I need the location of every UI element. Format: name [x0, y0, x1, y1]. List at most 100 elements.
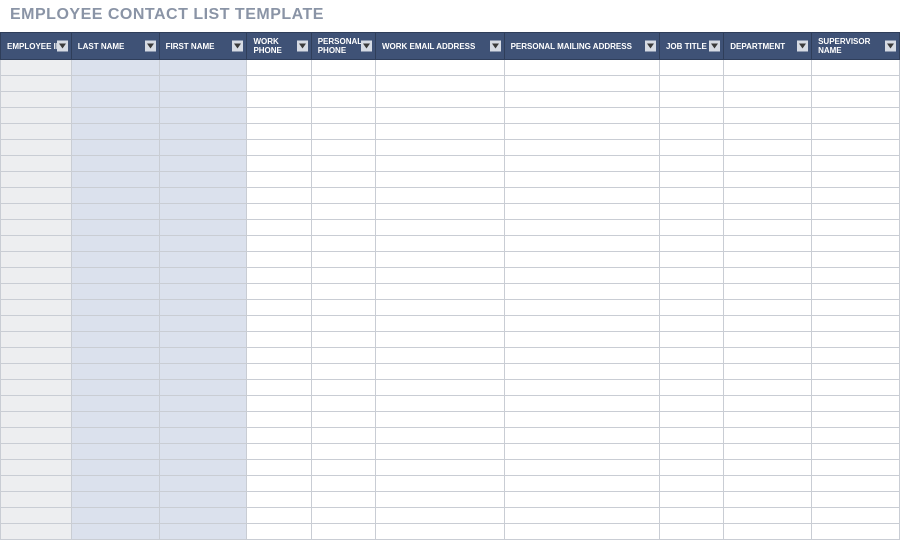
column-header-department[interactable]: DEPARTMENT	[724, 33, 812, 60]
cell-job_title[interactable]	[659, 476, 723, 492]
cell-department[interactable]	[724, 476, 812, 492]
cell-job_title[interactable]	[659, 300, 723, 316]
cell-personal_mailing[interactable]	[504, 364, 659, 380]
cell-supervisor[interactable]	[812, 204, 900, 220]
cell-supervisor[interactable]	[812, 524, 900, 540]
cell-first_name[interactable]	[159, 92, 247, 108]
cell-personal_phone[interactable]	[311, 76, 375, 92]
cell-supervisor[interactable]	[812, 124, 900, 140]
cell-personal_phone[interactable]	[311, 460, 375, 476]
cell-work_phone[interactable]	[247, 236, 311, 252]
cell-department[interactable]	[724, 444, 812, 460]
cell-employee_id[interactable]	[1, 124, 72, 140]
cell-last_name[interactable]	[71, 364, 159, 380]
cell-employee_id[interactable]	[1, 76, 72, 92]
cell-job_title[interactable]	[659, 508, 723, 524]
cell-last_name[interactable]	[71, 172, 159, 188]
cell-department[interactable]	[724, 252, 812, 268]
cell-personal_phone[interactable]	[311, 60, 375, 76]
cell-work_phone[interactable]	[247, 284, 311, 300]
filter-dropdown-icon[interactable]	[797, 41, 808, 52]
cell-personal_mailing[interactable]	[504, 396, 659, 412]
cell-work_phone[interactable]	[247, 316, 311, 332]
cell-job_title[interactable]	[659, 380, 723, 396]
cell-employee_id[interactable]	[1, 172, 72, 188]
cell-employee_id[interactable]	[1, 284, 72, 300]
cell-personal_mailing[interactable]	[504, 236, 659, 252]
cell-first_name[interactable]	[159, 140, 247, 156]
cell-work_phone[interactable]	[247, 172, 311, 188]
cell-personal_mailing[interactable]	[504, 188, 659, 204]
cell-first_name[interactable]	[159, 316, 247, 332]
cell-personal_mailing[interactable]	[504, 492, 659, 508]
cell-supervisor[interactable]	[812, 380, 900, 396]
cell-work_email[interactable]	[376, 268, 505, 284]
cell-work_email[interactable]	[376, 300, 505, 316]
cell-department[interactable]	[724, 380, 812, 396]
cell-first_name[interactable]	[159, 332, 247, 348]
cell-department[interactable]	[724, 268, 812, 284]
cell-first_name[interactable]	[159, 60, 247, 76]
cell-department[interactable]	[724, 76, 812, 92]
cell-personal_mailing[interactable]	[504, 220, 659, 236]
cell-work_phone[interactable]	[247, 124, 311, 140]
cell-work_email[interactable]	[376, 92, 505, 108]
cell-job_title[interactable]	[659, 172, 723, 188]
cell-personal_phone[interactable]	[311, 284, 375, 300]
cell-work_phone[interactable]	[247, 428, 311, 444]
cell-job_title[interactable]	[659, 412, 723, 428]
cell-employee_id[interactable]	[1, 300, 72, 316]
cell-employee_id[interactable]	[1, 508, 72, 524]
cell-job_title[interactable]	[659, 428, 723, 444]
cell-last_name[interactable]	[71, 332, 159, 348]
cell-employee_id[interactable]	[1, 92, 72, 108]
cell-work_email[interactable]	[376, 172, 505, 188]
cell-department[interactable]	[724, 364, 812, 380]
cell-first_name[interactable]	[159, 460, 247, 476]
cell-work_email[interactable]	[376, 316, 505, 332]
cell-personal_phone[interactable]	[311, 140, 375, 156]
column-header-personal_mailing[interactable]: PERSONAL MAILING ADDRESS	[504, 33, 659, 60]
cell-work_phone[interactable]	[247, 76, 311, 92]
cell-personal_mailing[interactable]	[504, 284, 659, 300]
cell-first_name[interactable]	[159, 172, 247, 188]
column-header-job_title[interactable]: JOB TITLE	[659, 33, 723, 60]
cell-work_phone[interactable]	[247, 140, 311, 156]
cell-job_title[interactable]	[659, 316, 723, 332]
cell-first_name[interactable]	[159, 156, 247, 172]
cell-work_email[interactable]	[376, 364, 505, 380]
cell-personal_mailing[interactable]	[504, 380, 659, 396]
cell-department[interactable]	[724, 284, 812, 300]
cell-work_phone[interactable]	[247, 380, 311, 396]
cell-personal_phone[interactable]	[311, 332, 375, 348]
cell-supervisor[interactable]	[812, 268, 900, 284]
cell-department[interactable]	[724, 300, 812, 316]
filter-dropdown-icon[interactable]	[709, 41, 720, 52]
cell-job_title[interactable]	[659, 348, 723, 364]
cell-last_name[interactable]	[71, 396, 159, 412]
cell-supervisor[interactable]	[812, 492, 900, 508]
filter-dropdown-icon[interactable]	[645, 41, 656, 52]
cell-personal_phone[interactable]	[311, 380, 375, 396]
cell-job_title[interactable]	[659, 236, 723, 252]
cell-work_email[interactable]	[376, 220, 505, 236]
cell-last_name[interactable]	[71, 124, 159, 140]
cell-employee_id[interactable]	[1, 204, 72, 220]
cell-first_name[interactable]	[159, 444, 247, 460]
cell-personal_phone[interactable]	[311, 204, 375, 220]
cell-job_title[interactable]	[659, 188, 723, 204]
cell-first_name[interactable]	[159, 220, 247, 236]
cell-department[interactable]	[724, 412, 812, 428]
cell-supervisor[interactable]	[812, 332, 900, 348]
cell-work_email[interactable]	[376, 476, 505, 492]
cell-personal_phone[interactable]	[311, 492, 375, 508]
cell-first_name[interactable]	[159, 476, 247, 492]
cell-personal_phone[interactable]	[311, 92, 375, 108]
cell-last_name[interactable]	[71, 76, 159, 92]
cell-supervisor[interactable]	[812, 476, 900, 492]
cell-last_name[interactable]	[71, 524, 159, 540]
filter-dropdown-icon[interactable]	[361, 41, 372, 52]
cell-last_name[interactable]	[71, 348, 159, 364]
cell-personal_mailing[interactable]	[504, 316, 659, 332]
cell-last_name[interactable]	[71, 220, 159, 236]
